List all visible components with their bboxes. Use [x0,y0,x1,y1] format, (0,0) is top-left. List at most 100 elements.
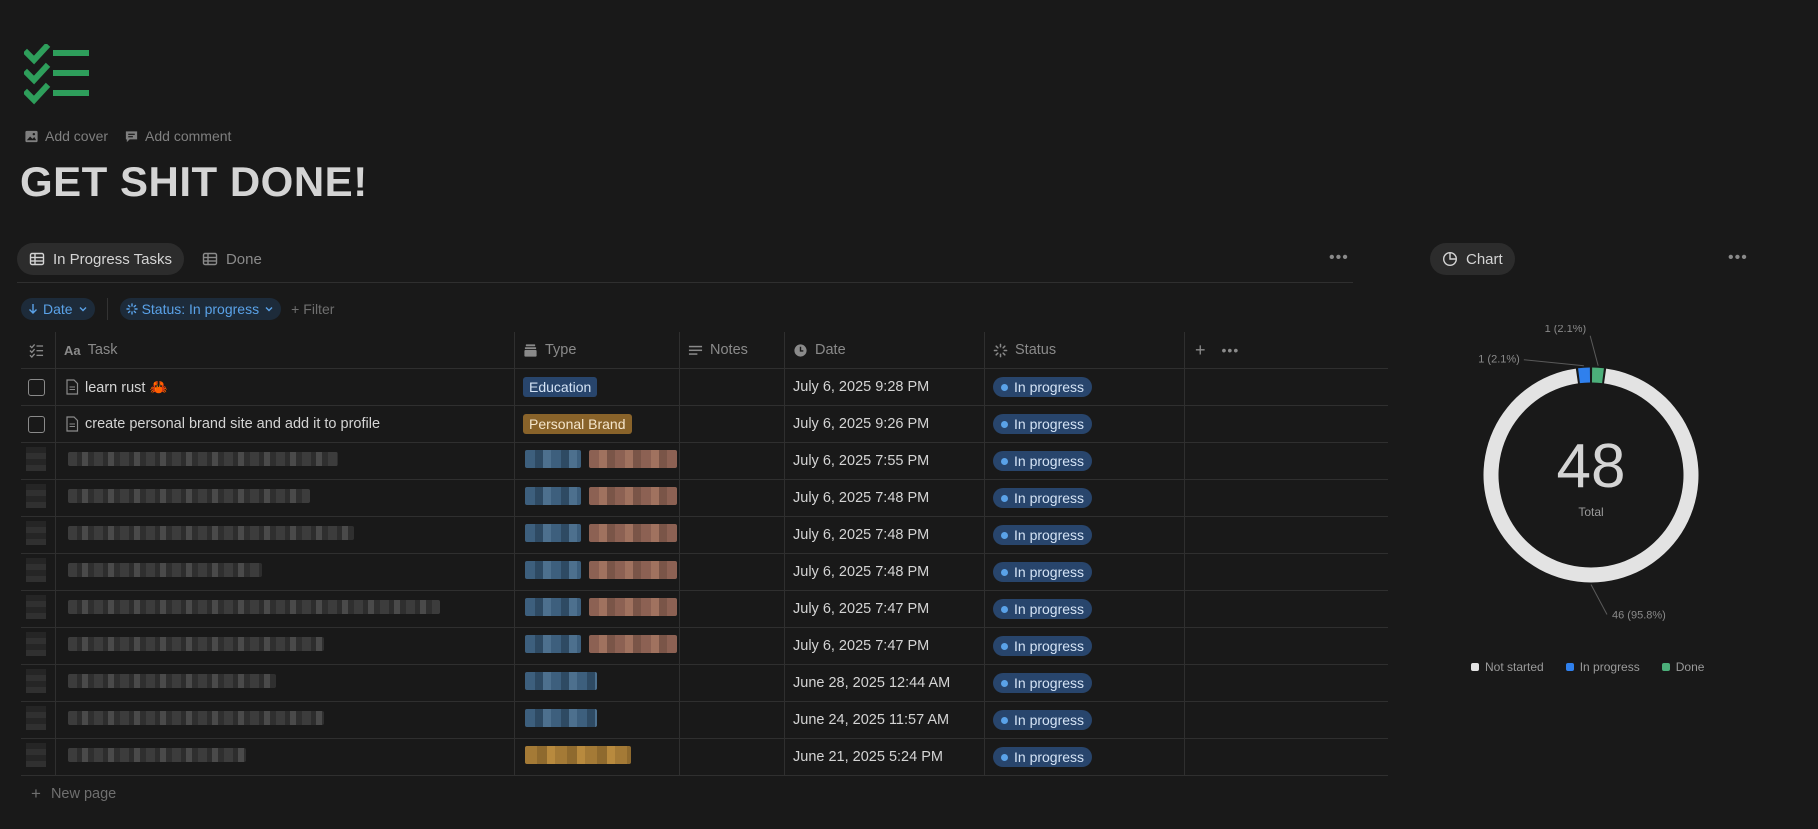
redacted-task[interactable] [68,489,310,503]
redacted-type-tag[interactable] [525,672,597,690]
new-page-button[interactable]: + New page [31,784,116,804]
redacted-checkbox[interactable] [26,706,46,730]
notes-cell[interactable] [679,516,785,554]
table-row[interactable]: July 6, 2025 7:48 PM In progress [21,553,1388,591]
status-pill[interactable]: In progress [993,747,1093,767]
redacted-type-tag[interactable] [525,524,581,542]
status-pill[interactable]: In progress [993,562,1093,582]
redacted-type-tag[interactable] [525,598,581,616]
table-row[interactable]: create personal brand site and add it to… [21,405,1388,443]
pie-slice-in-progress[interactable] [1578,367,1591,384]
legend-item-not-started[interactable]: Not started [1471,660,1544,674]
table-row[interactable]: July 6, 2025 7:55 PM In progress [21,442,1388,480]
table-row[interactable]: July 6, 2025 7:48 PM In progress [21,516,1388,554]
add-property-button[interactable]: + [1195,340,1206,361]
redacted-checkbox[interactable] [26,521,46,545]
add-filter-button[interactable]: + Filter [291,301,334,317]
date-cell[interactable]: July 6, 2025 7:48 PM [785,490,984,506]
column-header-date[interactable]: Date [784,332,985,369]
status-pill[interactable]: In progress [993,414,1093,434]
type-tag[interactable]: Education [523,377,598,397]
column-header-notes[interactable]: Notes [679,332,785,369]
redacted-type-tag[interactable] [589,561,677,579]
status-pill[interactable]: In progress [993,451,1093,471]
date-cell[interactable]: July 6, 2025 7:55 PM [785,453,984,469]
redacted-checkbox[interactable] [26,484,46,508]
legend-item-done[interactable]: Done [1661,660,1704,674]
redacted-task[interactable] [68,711,324,725]
status-pill[interactable]: In progress [993,525,1093,545]
status-pill[interactable]: In progress [993,673,1093,693]
status-pill[interactable]: In progress [993,488,1093,508]
notes-cell[interactable] [679,701,785,739]
redacted-checkbox[interactable] [26,743,46,767]
redacted-type-tag[interactable] [525,635,581,653]
table-row[interactable]: July 6, 2025 7:48 PM In progress [21,479,1388,517]
date-cell[interactable]: June 28, 2025 12:44 AM [785,675,984,691]
redacted-type-tag[interactable] [525,746,631,764]
task-title[interactable]: create personal brand site and add it to… [85,416,380,432]
redacted-task[interactable] [68,748,246,762]
redacted-checkbox[interactable] [26,595,46,619]
table-row[interactable]: June 24, 2025 11:57 AM In progress [21,701,1388,739]
date-cell[interactable]: July 6, 2025 7:47 PM [785,601,984,617]
notes-cell[interactable] [679,738,785,776]
column-header-type[interactable]: Type [514,332,680,369]
tab-done[interactable]: Done [190,243,274,275]
notes-cell[interactable] [679,405,785,443]
redacted-type-tag[interactable] [589,598,677,616]
page-title[interactable]: GET SHIT DONE! [20,158,368,206]
redacted-type-tag[interactable] [525,709,597,727]
redacted-checkbox[interactable] [26,558,46,582]
notes-cell[interactable] [679,627,785,665]
redacted-checkbox[interactable] [26,632,46,656]
redacted-checkbox[interactable] [26,669,46,693]
redacted-checkbox[interactable] [26,447,46,471]
table-row[interactable]: July 6, 2025 7:47 PM In progress [21,590,1388,628]
status-pill[interactable]: In progress [993,599,1093,619]
column-header-status[interactable]: Status [984,332,1185,369]
redacted-task[interactable] [68,637,324,651]
table-view-more-button[interactable]: ••• [1329,249,1349,267]
select-all-header[interactable] [21,332,56,369]
legend-item-in-progress[interactable]: In progress [1565,660,1640,674]
tab-in-progress-tasks[interactable]: In Progress Tasks [17,243,184,275]
redacted-type-tag[interactable] [589,635,677,653]
table-row[interactable]: June 28, 2025 12:44 AM In progress [21,664,1388,702]
redacted-type-tag[interactable] [589,487,677,505]
redacted-task[interactable] [68,452,338,466]
table-row[interactable]: June 21, 2025 5:24 PM In progress [21,738,1388,776]
notes-cell[interactable] [679,664,785,702]
notes-cell[interactable] [679,442,785,480]
task-title[interactable]: learn rust 🦀 [85,379,168,396]
table-row[interactable]: learn rust 🦀 Education July 6, 2025 9:28… [21,368,1388,406]
date-cell[interactable]: July 6, 2025 9:26 PM [785,416,984,432]
row-checkbox[interactable] [28,378,45,396]
redacted-task[interactable] [68,674,276,688]
chart-more-button[interactable]: ••• [1728,249,1748,267]
notes-cell[interactable] [679,368,785,406]
add-cover-button[interactable]: Add cover [24,128,108,144]
table-row[interactable]: July 6, 2025 7:47 PM In progress [21,627,1388,665]
date-cell[interactable]: June 21, 2025 5:24 PM [785,749,984,765]
column-header-task[interactable]: Aa Task [55,332,515,369]
notes-cell[interactable] [679,553,785,591]
status-pill[interactable]: In progress [993,710,1093,730]
status-filter-chip[interactable]: Status: In progress [119,298,282,320]
date-cell[interactable]: July 6, 2025 9:28 PM [785,379,984,395]
status-pill[interactable]: In progress [993,636,1093,656]
date-cell[interactable]: July 6, 2025 7:48 PM [785,564,984,580]
redacted-task[interactable] [68,563,262,577]
status-pill[interactable]: In progress [993,377,1093,397]
redacted-type-tag[interactable] [525,561,581,579]
notes-cell[interactable] [679,479,785,517]
pie-slice-done[interactable] [1591,367,1604,384]
tab-chart[interactable]: Chart [1430,243,1515,275]
property-more-button[interactable]: ••• [1222,342,1240,358]
notes-cell[interactable] [679,590,785,628]
sort-date-chip[interactable]: Date [21,298,95,320]
redacted-type-tag[interactable] [525,450,581,468]
row-checkbox[interactable] [28,415,45,433]
date-cell[interactable]: July 6, 2025 7:48 PM [785,527,984,543]
redacted-type-tag[interactable] [589,524,677,542]
